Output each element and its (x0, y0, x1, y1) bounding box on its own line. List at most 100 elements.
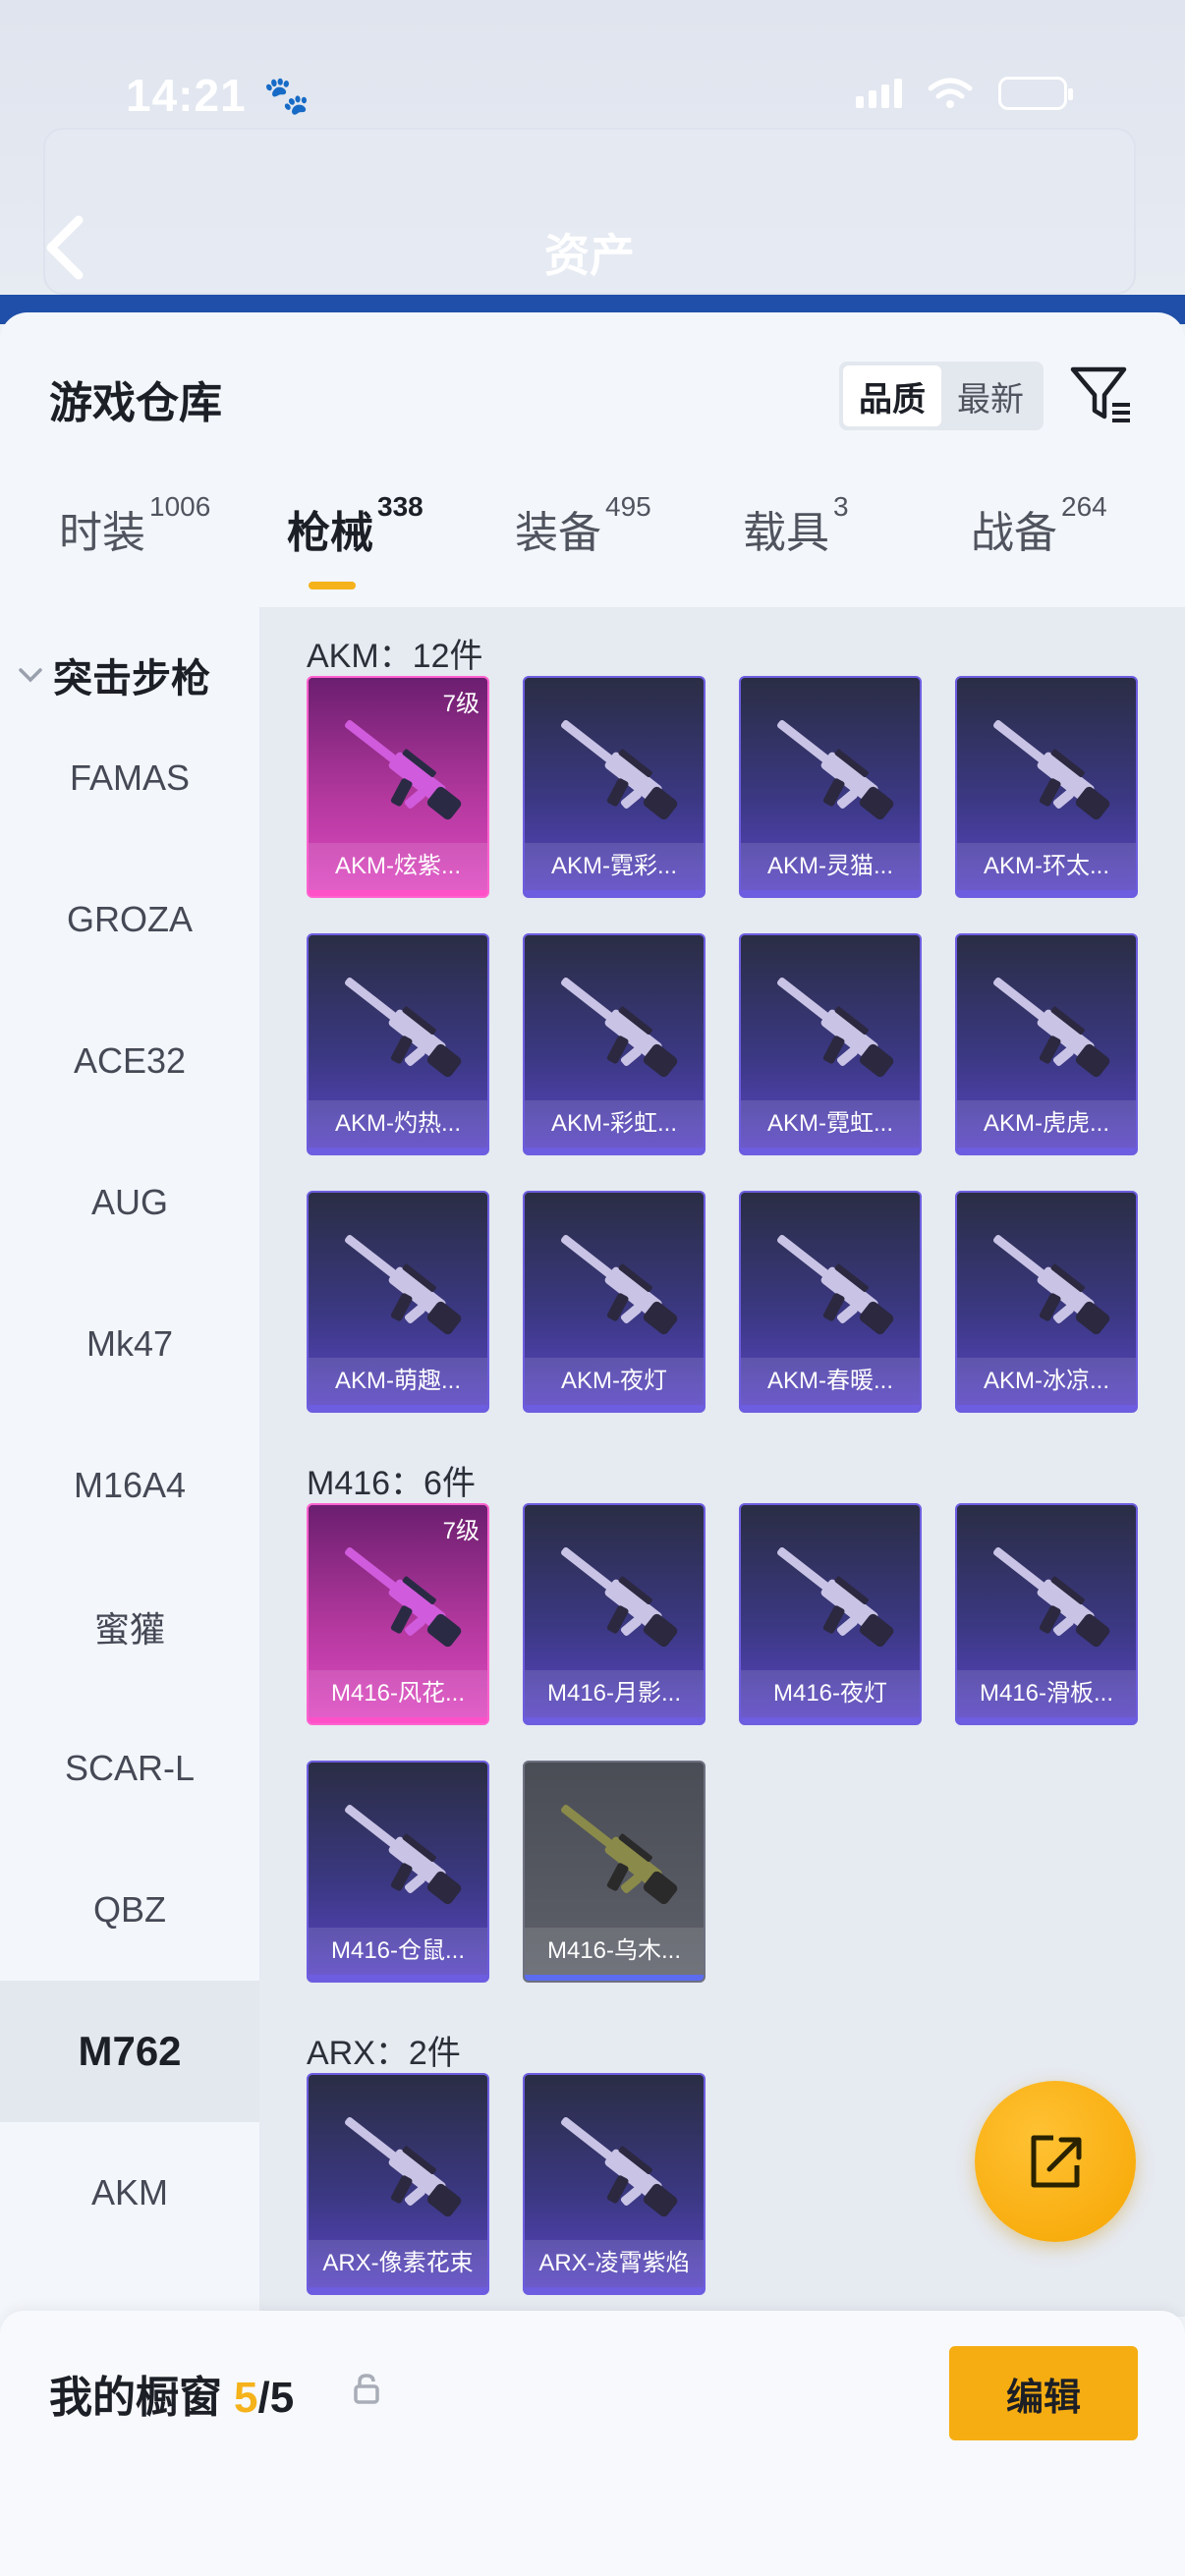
rarity-bar (957, 890, 1136, 896)
weapon-sidenav: 突击步枪 FAMAS GROZA ACE32 AUG Mk47 M16A4 蜜獾… (0, 607, 259, 2576)
skin-card[interactable]: AKM-萌趣... (307, 1191, 489, 1413)
filter-icon[interactable] (1067, 360, 1136, 428)
tab-label: 载具 (743, 509, 829, 557)
skin-name: M416-乌木... (525, 1928, 704, 1975)
skin-name: AKM-彩虹... (525, 1100, 704, 1148)
tab-count: 495 (605, 491, 651, 522)
skin-name: AKM-炫紫... (309, 843, 487, 890)
rarity-bar (741, 1717, 920, 1723)
skin-name: M416-夜灯 (741, 1670, 920, 1717)
warehouse-sheet: 游戏仓库 品质 最新 时装1006 枪械338 装备495 载具3 战备264 … (0, 312, 1185, 2576)
tab-count: 1006 (149, 491, 211, 522)
nav-group-label: 突击步枪 (53, 657, 210, 700)
sidebar-item-mk47[interactable]: Mk47 (0, 1273, 259, 1415)
sort-quality-option[interactable]: 品质 (843, 365, 941, 426)
tab-guns[interactable]: 枪械338 (287, 491, 423, 560)
showcase-label: 我的橱窗 5 /5 (49, 2362, 294, 2425)
tab-label: 枪械 (287, 509, 373, 557)
skin-card[interactable]: M416-仓鼠... (307, 1761, 489, 1983)
rarity-bar (525, 890, 704, 896)
rarity-bar (741, 1405, 920, 1411)
showcase-total-count: /5 (257, 2374, 295, 2422)
gun-icon (561, 1804, 678, 1905)
warehouse-title: 游戏仓库 (49, 379, 222, 427)
tab-equipment[interactable]: 装备495 (515, 491, 651, 560)
sidebar-item-famas[interactable]: FAMAS (0, 707, 259, 849)
skin-name: AKM-夜灯 (525, 1358, 704, 1405)
skin-card[interactable]: AKM-夜灯 (523, 1191, 705, 1413)
sidebar-item-m762[interactable]: M762 (0, 1981, 259, 2122)
rarity-bar (957, 1405, 1136, 1411)
gun-icon (777, 1234, 894, 1335)
tab-vehicles[interactable]: 载具3 (743, 491, 849, 560)
gun-icon (561, 1234, 678, 1335)
sidebar-item-groza[interactable]: GROZA (0, 849, 259, 990)
gun-icon (777, 1546, 894, 1648)
skin-level-badge: 7级 (442, 1518, 480, 1544)
paw-icon: 🐾 (263, 76, 310, 117)
sort-newest-option[interactable]: 最新 (941, 365, 1040, 426)
skin-card[interactable]: AKM-霓彩... (523, 676, 705, 898)
skin-card[interactable]: M416-夜灯 (739, 1503, 922, 1725)
gun-icon (345, 1804, 462, 1905)
skin-name: AKM-萌趣... (309, 1358, 487, 1405)
skin-name: ARX-像素花束 (309, 2240, 487, 2287)
rarity-bar (957, 1148, 1136, 1153)
lock-icon (354, 2374, 379, 2404)
skin-card[interactable]: AKM-冰凉... (955, 1191, 1138, 1413)
gun-icon (777, 977, 894, 1078)
sidebar-item-qbz[interactable]: QBZ (0, 1839, 259, 1981)
sidebar-item-ace32[interactable]: ACE32 (0, 990, 259, 1132)
sidebar-item-m16a4[interactable]: M16A4 (0, 1415, 259, 1556)
skin-name: AKM-环太... (957, 843, 1136, 890)
gun-icon (345, 977, 462, 1078)
rarity-bar (741, 1148, 920, 1153)
rarity-bar (957, 1717, 1136, 1723)
skin-card[interactable]: ARX-凌霄紫焰 (523, 2073, 705, 2295)
section-title-arx: ARX：2件 (307, 2035, 461, 2072)
rarity-bar (309, 2287, 487, 2293)
tab-supplies[interactable]: 战备264 (971, 491, 1107, 560)
gun-icon (561, 2116, 678, 2217)
edit-button[interactable]: 编辑 (949, 2346, 1138, 2440)
skin-card[interactable]: M416-滑板... (955, 1503, 1138, 1725)
skin-card[interactable]: AKM-虎虎... (955, 933, 1138, 1155)
rarity-bar (309, 1148, 487, 1153)
skin-card[interactable]: AKM-彩虹... (523, 933, 705, 1155)
gun-icon (345, 1546, 462, 1648)
sidebar-item-scar-l[interactable]: SCAR-L (0, 1698, 259, 1839)
sidebar-item-honey-badger[interactable]: 蜜獾 (0, 1556, 259, 1698)
rarity-bar (309, 890, 487, 896)
sort-toggle[interactable]: 品质 最新 (839, 362, 1044, 430)
skin-name: M416-滑板... (957, 1670, 1136, 1717)
skin-card[interactable]: M416-乌木... (523, 1761, 705, 1983)
skin-card[interactable]: AKM-环太... (955, 676, 1138, 898)
sidebar-item-akm[interactable]: AKM (0, 2122, 259, 2264)
skin-card[interactable]: AKM-霓虹... (739, 933, 922, 1155)
section-title-akm: AKM：12件 (307, 638, 483, 675)
skin-card[interactable]: 7级 AKM-炫紫... (307, 676, 489, 898)
showcase-bar: 我的橱窗 5 /5 编辑 (0, 2311, 1185, 2576)
nav-group-assault-rifles[interactable]: 突击步枪 (18, 646, 210, 703)
gun-icon (345, 1234, 462, 1335)
gun-icon (993, 977, 1110, 1078)
skin-card[interactable]: 7级 M416-风花... (307, 1503, 489, 1725)
rarity-bar (525, 1975, 704, 1981)
sidebar-item-aug[interactable]: AUG (0, 1132, 259, 1273)
status-time: 14:21 (126, 70, 247, 121)
skin-card[interactable]: ARX-像素花束 (307, 2073, 489, 2295)
skin-card[interactable]: AKM-春暖... (739, 1191, 922, 1413)
active-tab-indicator (309, 582, 356, 589)
tab-fashion[interactable]: 时装1006 (59, 491, 210, 560)
wifi-icon (928, 78, 973, 108)
gun-icon (777, 719, 894, 820)
back-arrow-icon[interactable] (39, 214, 94, 281)
skins-grid: AKM：12件 M416：6件 ARX：2件 7级 AKM-炫紫... AKM-霓彩… (259, 607, 1185, 2317)
rarity-bar (309, 1717, 487, 1723)
showcase-title: 我的橱窗 (49, 2374, 222, 2422)
share-button[interactable] (975, 2081, 1136, 2242)
skin-card[interactable]: AKM-灼热... (307, 933, 489, 1155)
skin-card[interactable]: AKM-灵猫... (739, 676, 922, 898)
status-icons (856, 77, 1073, 110)
skin-card[interactable]: M416-月影... (523, 1503, 705, 1725)
